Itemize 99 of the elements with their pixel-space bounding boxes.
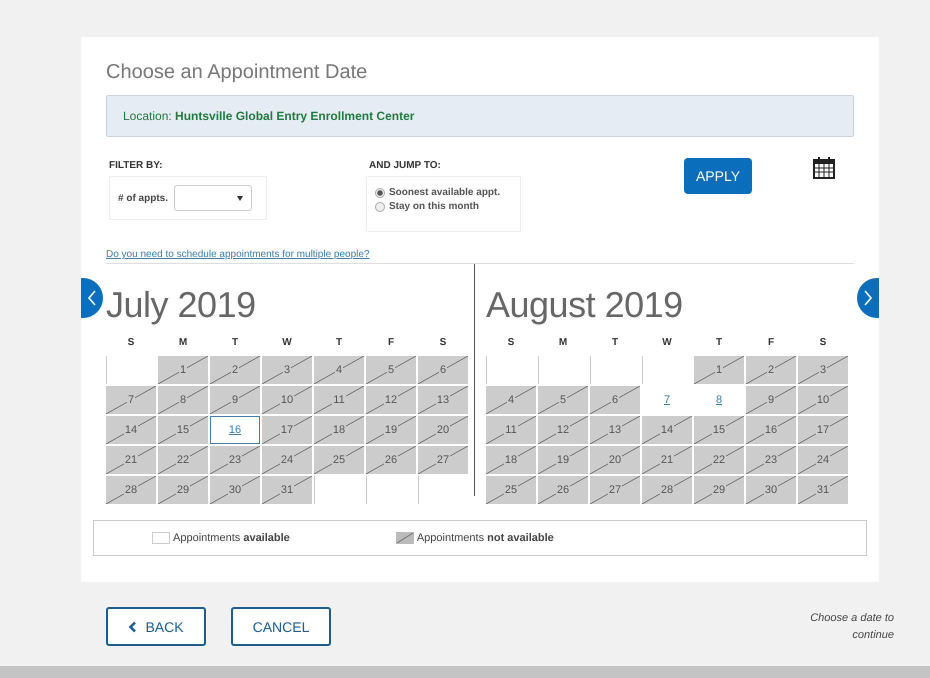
unavailable-date: 29 — [158, 476, 208, 504]
legend-text: Appointments available — [173, 532, 290, 544]
chevron-left-icon — [128, 620, 138, 632]
appts-label: # of appts. — [118, 192, 168, 204]
unavailable-date: 20 — [418, 416, 468, 444]
unavailable-date: 5 — [538, 386, 588, 414]
unavailable-date: 31 — [798, 476, 848, 504]
unavailable-date: 1 — [158, 356, 208, 384]
legend-text: Appointments not available — [416, 532, 554, 544]
unavailable-date: 27 — [590, 476, 640, 504]
unavailable-date: 25 — [486, 476, 536, 504]
cancel-button[interactable]: CANCEL — [231, 607, 331, 646]
unavailable-swatch — [396, 532, 414, 544]
unavailable-date: 24 — [798, 446, 848, 474]
unavailable-date: 22 — [158, 446, 208, 474]
unavailable-date: 11 — [486, 416, 536, 444]
multiple-people-link[interactable]: Do you need to schedule appointments for multiple people? — [106, 249, 370, 260]
weekday-label: M — [178, 336, 188, 350]
unavailable-date: 14 — [642, 416, 692, 444]
available-date[interactable]: 16 — [210, 416, 260, 444]
unavailable-date: 20 — [590, 446, 640, 474]
unavailable-date: 4 — [314, 356, 364, 384]
weekday-label: W — [281, 336, 293, 350]
location-banner: Location: Huntsville Global Entry Enrollment Center — [106, 95, 854, 137]
unavailable-date: 16 — [746, 416, 796, 444]
unavailable-date: 29 — [694, 476, 744, 504]
unavailable-date: 25 — [314, 446, 364, 474]
weekday-label: W — [661, 336, 673, 350]
calendar-icon[interactable] — [813, 157, 835, 179]
unavailable-date: 4 — [486, 386, 536, 414]
unavailable-date: 28 — [106, 476, 156, 504]
page-title: Choose an Appointment Date — [106, 61, 368, 85]
unavailable-date: 28 — [642, 476, 692, 504]
filter-heading: FILTER BY: — [109, 160, 164, 173]
next-month-button[interactable] — [857, 278, 879, 318]
weekday-label: M — [558, 336, 568, 350]
weekday-label: T — [230, 336, 240, 350]
unavailable-date: 12 — [538, 416, 588, 444]
unavailable-date: 22 — [694, 446, 744, 474]
weekday-label: T — [334, 336, 344, 350]
unavailable-date: 15 — [158, 416, 208, 444]
weekday-label: S — [818, 336, 828, 350]
unavailable-date: 13 — [418, 386, 468, 414]
caret-icon — [237, 196, 244, 201]
unavailable-date: 21 — [106, 446, 156, 474]
month-title: July 2019 — [106, 284, 257, 326]
unavailable-date: 23 — [746, 446, 796, 474]
unavailable-date: 9 — [746, 386, 796, 414]
unavailable-date: 19 — [366, 416, 416, 444]
unavailable-date: 9 — [210, 386, 260, 414]
unavailable-date: 2 — [746, 356, 796, 384]
unavailable-date: 5 — [366, 356, 416, 384]
unavailable-date: 23 — [210, 446, 260, 474]
unavailable-date: 3 — [262, 356, 312, 384]
previous-month-button[interactable] — [81, 278, 103, 318]
unavailable-date: 21 — [642, 446, 692, 474]
unavailable-date: 11 — [314, 386, 364, 414]
unavailable-date: 10 — [262, 386, 312, 414]
unavailable-date: 26 — [366, 446, 416, 474]
unavailable-date: 17 — [798, 416, 848, 444]
unavailable-date: 13 — [590, 416, 640, 444]
unavailable-date: 3 — [798, 356, 848, 384]
unavailable-date: 14 — [106, 416, 156, 444]
weekday-label: T — [714, 336, 724, 350]
available-swatch — [152, 532, 170, 544]
back-button[interactable]: BACK — [106, 607, 206, 646]
unavailable-date: 12 — [366, 386, 416, 414]
unavailable-date: 17 — [262, 416, 312, 444]
unavailable-date: 6 — [418, 356, 468, 384]
unavailable-date: 7 — [106, 386, 156, 414]
unavailable-date: 2 — [210, 356, 260, 384]
weekday-label: F — [386, 336, 396, 350]
month-title: August 2019 — [486, 284, 684, 326]
unavailable-date: 24 — [262, 446, 312, 474]
chevron-right-icon — [863, 290, 873, 306]
unavailable-date: 30 — [746, 476, 796, 504]
unavailable-date: 18 — [486, 446, 536, 474]
unavailable-date: 15 — [694, 416, 744, 444]
chevron-left-icon — [87, 290, 97, 306]
jump-heading: AND JUMP TO: — [369, 160, 442, 173]
unavailable-date: 30 — [210, 476, 260, 504]
weekday-label: T — [610, 336, 620, 350]
radio-option[interactable]: Stay on this month — [375, 201, 512, 212]
weekday-label: S — [126, 336, 136, 350]
unavailable-date: 10 — [798, 386, 848, 414]
unavailable-date: 27 — [418, 446, 468, 474]
unavailable-date: 1 — [694, 356, 744, 384]
weekday-label: F — [766, 336, 776, 350]
apply-button[interactable]: APPLY — [684, 158, 752, 194]
weekday-label: S — [438, 336, 448, 350]
radio-option[interactable]: Soonest available appt. — [375, 187, 512, 198]
unavailable-date: 8 — [158, 386, 208, 414]
weekday-label: S — [506, 336, 516, 350]
unavailable-date: 19 — [538, 446, 588, 474]
footer-note: Choose a date to continue — [809, 610, 894, 642]
unavailable-date: 26 — [538, 476, 588, 504]
unavailable-date: 18 — [314, 416, 364, 444]
unavailable-date: 6 — [590, 386, 640, 414]
unavailable-date: 31 — [262, 476, 312, 504]
